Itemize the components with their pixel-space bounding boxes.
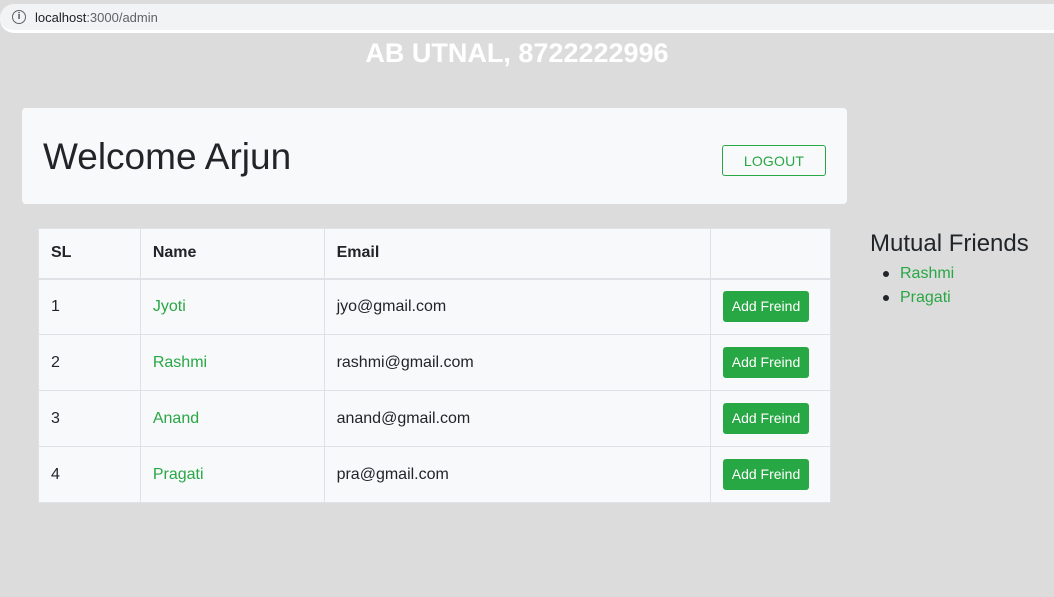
row-action: Add Freind <box>710 334 831 391</box>
mutual-friend-link[interactable]: Rashmi <box>900 265 954 282</box>
row-name: Anand <box>139 390 325 447</box>
row-email: anand@gmail.com <box>323 390 712 447</box>
url-path: :3000/admin <box>86 9 158 25</box>
logout-button[interactable]: LOGOUT <box>722 145 826 176</box>
row-sl: 2 <box>38 334 141 391</box>
add-friend-button[interactable]: Add Freind <box>723 291 809 323</box>
url-host: localhost <box>35 9 87 25</box>
mutual-friend-link[interactable]: Pragati <box>900 289 951 306</box>
row-name: Rashmi <box>139 334 325 391</box>
row-sl: 4 <box>38 446 141 503</box>
user-name-link[interactable]: Pragati <box>153 466 204 483</box>
row-action: Add Freind <box>710 390 831 447</box>
row-action: Add Freind <box>710 446 831 503</box>
column-header-sl: SL <box>38 228 141 280</box>
address-bar[interactable]: i localhost:3000/admin <box>0 4 1054 33</box>
add-friend-button[interactable]: Add Freind <box>723 403 809 434</box>
column-header-action <box>710 228 831 280</box>
list-item: Rashmi <box>883 262 1050 286</box>
row-sl: 3 <box>38 390 141 447</box>
row-name: Pragati <box>139 446 325 503</box>
welcome-heading: Welcome Arjun <box>43 136 292 177</box>
mutual-friends-panel: Mutual Friends Rashmi Pragati <box>870 230 1050 310</box>
column-header-email: Email <box>323 228 712 280</box>
user-name-link[interactable]: Jyoti <box>153 298 186 315</box>
table-row: 1 Jyoti jyo@gmail.com Add Freind <box>38 278 831 335</box>
info-icon[interactable]: i <box>12 10 26 24</box>
row-sl: 1 <box>38 278 141 335</box>
row-action: Add Freind <box>710 278 831 335</box>
table-header-row: SL Name Email <box>38 228 831 280</box>
list-item: Pragati <box>883 286 1050 310</box>
row-email: pra@gmail.com <box>323 446 712 503</box>
mutual-friends-title: Mutual Friends <box>870 230 1029 257</box>
table-row: 2 Rashmi rashmi@gmail.com Add Freind <box>38 334 831 391</box>
add-friend-button[interactable]: Add Freind <box>723 459 809 490</box>
row-email: jyo@gmail.com <box>323 278 712 335</box>
mutual-friends-list: Rashmi Pragati <box>870 262 1050 310</box>
column-header-name: Name <box>139 228 325 280</box>
users-table: SL Name Email 1 Jyoti jyo@gmail.com Add … <box>38 228 831 503</box>
welcome-panel: Welcome Arjun LOGOUT <box>22 108 847 204</box>
user-name-link[interactable]: Rashmi <box>153 354 207 371</box>
row-email: rashmi@gmail.com <box>323 334 712 391</box>
table-row: 3 Anand anand@gmail.com Add Freind <box>38 390 831 447</box>
user-name-link[interactable]: Anand <box>153 410 199 427</box>
row-name: Jyoti <box>139 278 325 335</box>
page-header-title: AB UTNAL, 8722222996 <box>365 38 669 68</box>
add-friend-button[interactable]: Add Freind <box>723 347 809 378</box>
table-row: 4 Pragati pra@gmail.com Add Freind <box>38 446 831 503</box>
